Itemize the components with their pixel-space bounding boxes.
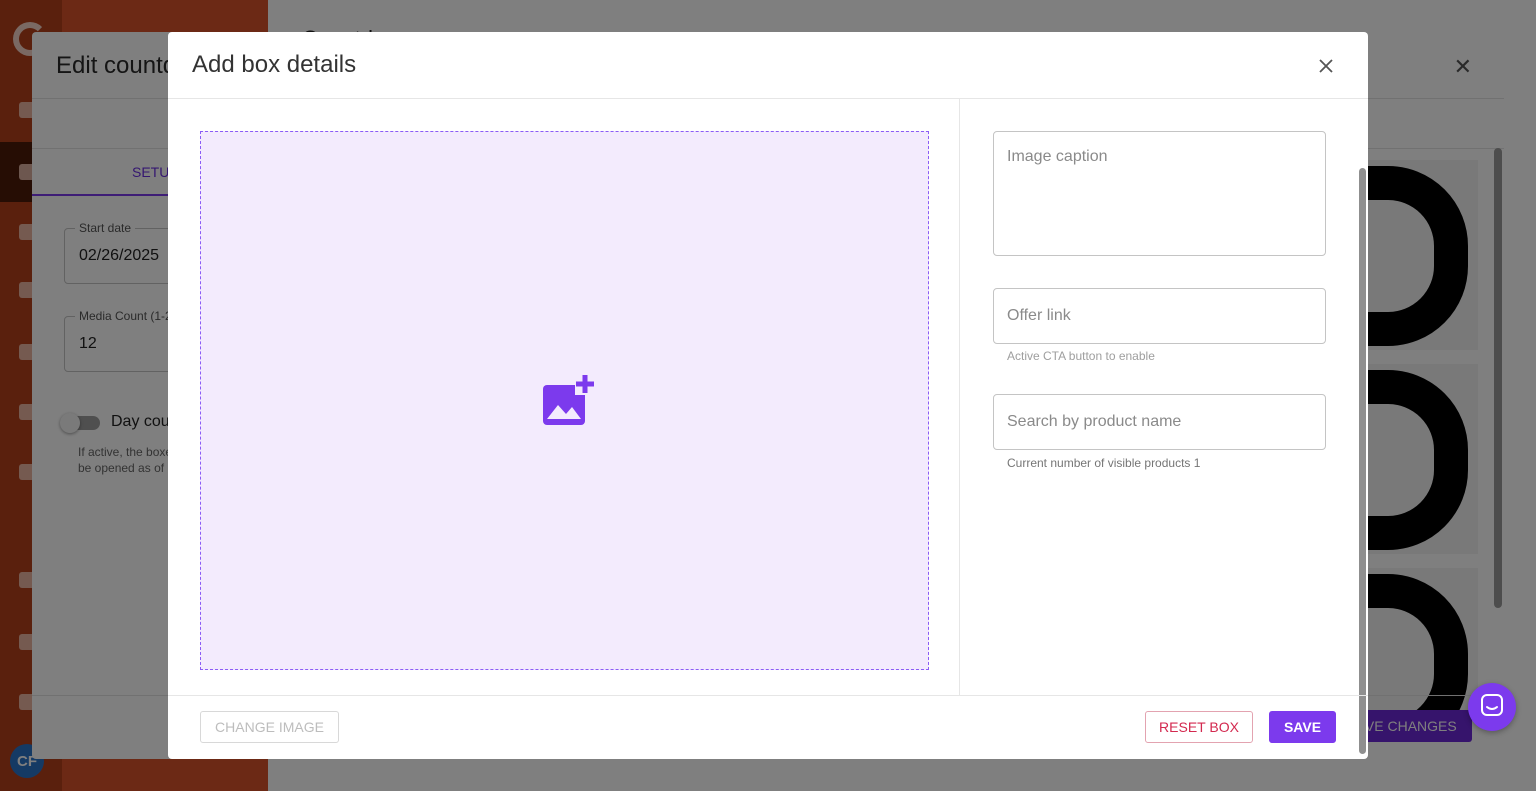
offer-link-input[interactable] <box>993 288 1326 344</box>
offer-link-helper: Active CTA button to enable <box>1007 349 1155 363</box>
save-button[interactable]: SAVE <box>1269 711 1336 743</box>
modal-header: Add box details <box>168 32 1368 99</box>
details-pane: Active CTA button to enable Current numb… <box>961 99 1361 695</box>
close-icon[interactable] <box>1314 54 1338 78</box>
chat-launcher-button[interactable] <box>1468 683 1516 731</box>
chat-icon <box>1480 693 1504 722</box>
product-search-input[interactable] <box>993 394 1326 450</box>
image-caption-input[interactable] <box>993 131 1326 256</box>
image-pane <box>168 99 960 695</box>
reset-box-button[interactable]: RESET BOX <box>1145 711 1253 743</box>
change-image-button[interactable]: CHANGE IMAGE <box>200 711 339 743</box>
modal-footer: CHANGE IMAGE RESET BOX SAVE <box>168 695 1368 759</box>
modal-title: Add box details <box>192 51 357 78</box>
image-dropzone[interactable] <box>200 131 929 670</box>
visible-products-helper: Current number of visible products 1 <box>1007 456 1201 470</box>
scrollbar[interactable] <box>1359 168 1366 754</box>
add-photo-icon <box>541 373 595 427</box>
modal-body: Active CTA button to enable Current numb… <box>168 99 1368 754</box>
add-box-details-modal: Add box details A <box>168 32 1368 759</box>
